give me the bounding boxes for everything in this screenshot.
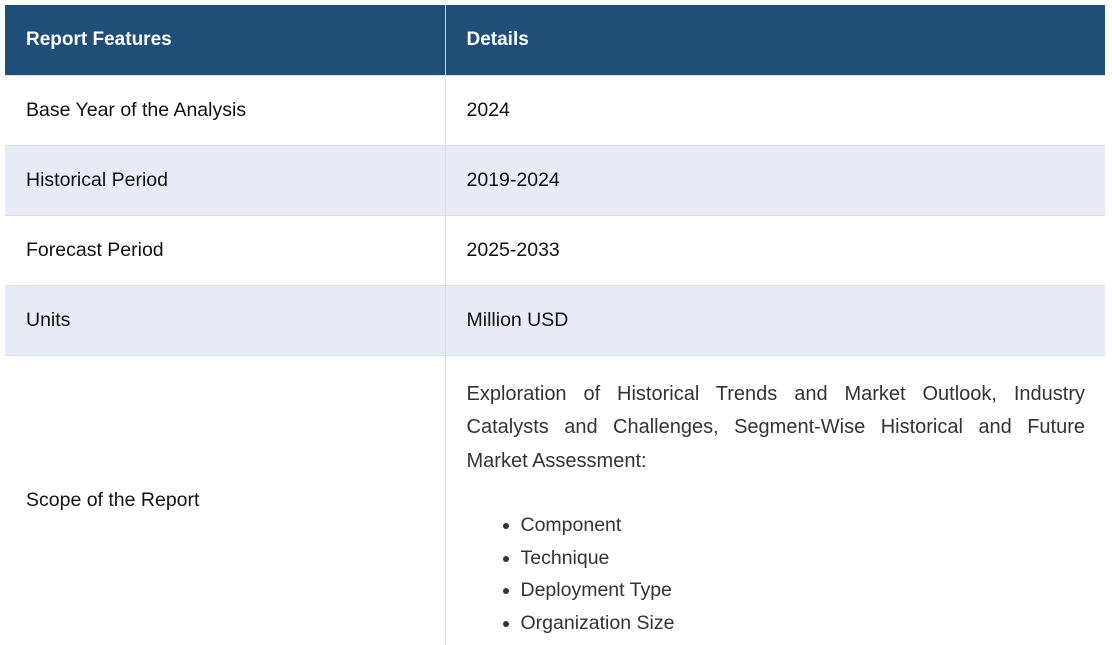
table-row: Base Year of the Analysis 2024: [5, 74, 1105, 145]
header-details: Details: [445, 5, 1105, 75]
feature-cell: Base Year of the Analysis: [5, 74, 446, 145]
feature-cell: Units: [5, 284, 446, 355]
header-report-features: Report Features: [5, 5, 446, 75]
detail-cell: Million USD: [445, 284, 1105, 355]
list-item: Technique: [521, 542, 1086, 575]
report-features-table: Report Features Details Base Year of the…: [5, 5, 1105, 645]
feature-cell: Scope of the Report: [5, 354, 446, 645]
feature-cell: Historical Period: [5, 144, 446, 215]
table-row: Forecast Period 2025-2033: [5, 214, 1105, 285]
scope-intro-text: Exploration of Historical Trends and Mar…: [466, 382, 1086, 472]
detail-cell: 2025-2033: [445, 214, 1105, 285]
scope-list: Component Technique Deployment Type Orga…: [467, 509, 1086, 639]
table-row-scope: Scope of the Report Exploration of Histo…: [5, 354, 1105, 645]
detail-cell: 2019-2024: [445, 144, 1105, 215]
table-header-row: Report Features Details: [5, 5, 1105, 75]
detail-cell: 2024: [445, 74, 1105, 145]
list-item: Component: [521, 509, 1086, 542]
scope-detail-cell: Exploration of Historical Trends and Mar…: [445, 354, 1105, 645]
table-row: Units Million USD: [5, 284, 1105, 355]
list-item: Organization Size: [521, 607, 1086, 640]
table-row: Historical Period 2019-2024: [5, 144, 1105, 215]
list-item: Deployment Type: [521, 574, 1086, 607]
feature-cell: Forecast Period: [5, 214, 446, 285]
